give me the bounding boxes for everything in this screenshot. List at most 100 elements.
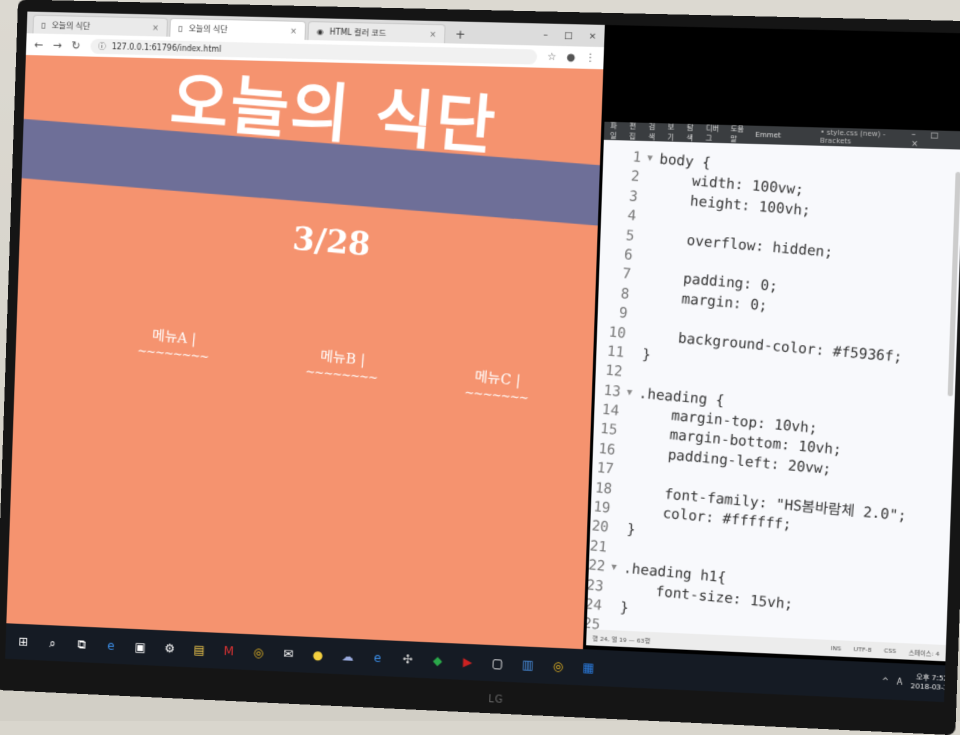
line-number: 16	[586, 438, 622, 461]
menu-item-c: 메뉴C | ~~~~~~~	[464, 365, 530, 405]
menu-help[interactable]: 도움말	[730, 124, 747, 145]
line-number: 14	[586, 399, 626, 422]
editor-scrollbar[interactable]	[948, 172, 960, 396]
bookmark-star-icon[interactable]: ☆	[547, 51, 556, 62]
profile-icon[interactable]: ●	[566, 52, 575, 63]
status-indent[interactable]: 스페이스: 4	[908, 647, 939, 658]
line-number: 8	[590, 282, 636, 305]
minimize-icon[interactable]: –	[543, 26, 548, 46]
status-ins[interactable]: INS	[831, 645, 842, 653]
mail-icon[interactable]: ✉	[278, 643, 298, 664]
xbox-icon[interactable]: ◆	[427, 650, 448, 671]
close-icon[interactable]: ×	[152, 23, 159, 32]
menu-date: 3/28	[291, 219, 372, 263]
menu-debug[interactable]: 디버그	[705, 123, 722, 144]
fold-arrow-icon[interactable]	[619, 461, 633, 482]
tv-monitor: ▯ 오늘의 식단 × ▯ 오늘의 식단 × ◉ HTML 컬러 코드 × + –	[0, 0, 960, 735]
settings-icon[interactable]: ⚙	[160, 638, 180, 659]
tray-up-icon[interactable]: ^	[882, 676, 889, 685]
menu-emmet[interactable]: Emmet	[755, 131, 781, 140]
line-number: 9	[588, 302, 634, 325]
browser-tab-1[interactable]: ▯ 오늘의 식단 ×	[32, 15, 168, 37]
fold-arrow-icon[interactable]	[638, 247, 652, 268]
browser-window: ▯ 오늘의 식단 × ▯ 오늘의 식단 × ◉ HTML 컬러 코드 × + –	[6, 12, 604, 650]
window-controls: – □ ×	[543, 26, 605, 48]
tab-label: 오늘의 식단	[188, 23, 227, 35]
store-icon[interactable]: ▣	[130, 637, 150, 658]
status-encoding[interactable]: UTF-8	[854, 646, 872, 654]
edge-icon[interactable]: e	[101, 635, 121, 656]
tab-label: 오늘의 식단	[51, 20, 90, 32]
acrobat-icon[interactable]: ▶	[457, 652, 478, 673]
code-area[interactable]: 1 ▼ body {2 width: 100vw; 3 height: 100vh; 4…	[586, 146, 952, 659]
menu-dots-icon[interactable]: ⋮	[585, 52, 596, 63]
fold-arrow-icon[interactable]	[641, 208, 655, 229]
fold-arrow-icon[interactable]	[612, 539, 626, 560]
close-window-icon[interactable]: ×	[588, 27, 596, 47]
line-number: 13	[586, 379, 627, 402]
maximize-icon[interactable]: □	[564, 26, 573, 46]
line-number: 20	[586, 516, 615, 540]
brackets-editor: 파일 편집 검색 보기 탐색 디버그 도움말 Emmet • style.css…	[586, 122, 960, 662]
menu-find[interactable]: 검색	[648, 122, 660, 142]
search-icon[interactable]: ⌕	[42, 633, 62, 654]
close-icon[interactable]: ×	[429, 29, 436, 38]
chrome-icon[interactable]: ◎	[248, 642, 268, 663]
clock[interactable]: 오후 7:52 2018-03-28	[910, 673, 953, 693]
menu-file[interactable]: 파일	[610, 122, 622, 142]
web-page: 오늘의 식단 3/28 메뉴A | ~~~~~~~~ 메뉴B | ~~~~~~~…	[6, 55, 603, 649]
reload-icon[interactable]: ↻	[71, 39, 80, 52]
editor-menubar: 파일 편집 검색 보기 탐색 디버그 도움말 Emmet • style.css…	[604, 122, 960, 150]
back-icon[interactable]: ←	[34, 38, 43, 51]
system-tray: ^ A 오후 7:52 2018-03-28	[881, 672, 953, 694]
brackets-icon[interactable]: ▦	[578, 657, 599, 678]
browser-tab-3[interactable]: ◉ HTML 컬러 코드 ×	[307, 21, 445, 43]
line-number: 18	[586, 477, 619, 501]
line-number: 21	[586, 535, 614, 559]
ime-indicator[interactable]: A	[897, 677, 903, 686]
info-icon[interactable]: ⓘ	[98, 40, 106, 51]
screen: ▯ 오늘의 식단 × ▯ 오늘의 식단 × ◉ HTML 컬러 코드 × + –	[5, 12, 960, 703]
menu-navigate[interactable]: 탐색	[686, 123, 698, 144]
menu-edit[interactable]: 편집	[629, 122, 641, 142]
menu-view[interactable]: 보기	[667, 122, 679, 142]
network-icon[interactable]: ✣	[397, 649, 418, 670]
ie-icon[interactable]: e	[367, 647, 388, 668]
line-number: 15	[586, 418, 624, 441]
line-number: 17	[586, 457, 621, 480]
file-explorer-icon[interactable]: ▤	[189, 639, 209, 660]
task-view-icon[interactable]: ⧉	[72, 634, 92, 655]
kakaotalk-icon[interactable]: ●	[308, 645, 329, 666]
line-number: 19	[586, 496, 617, 520]
chrome-icon-2[interactable]: ◎	[548, 656, 569, 677]
clock-date: 2018-03-28	[910, 682, 952, 693]
mcafee-icon[interactable]: M	[219, 641, 239, 662]
notepad-icon[interactable]: ▢	[487, 653, 508, 674]
code-text: }	[641, 345, 651, 365]
forward-icon[interactable]: →	[53, 38, 62, 51]
close-icon[interactable]: ×	[290, 26, 297, 35]
cursor-position: 행 24, 열 19 — 63행	[592, 633, 650, 645]
menu-item-a: 메뉴A | ~~~~~~~~	[137, 324, 211, 364]
tv-brand-logo: LG	[488, 694, 504, 706]
page-icon: ▯	[178, 23, 183, 32]
editor-window-controls[interactable]: – □ ×	[911, 130, 958, 150]
new-tab-button[interactable]: +	[447, 25, 474, 44]
code-text: }	[619, 599, 629, 619]
editor-window-title: • style.css (new) - Brackets	[820, 128, 904, 146]
line-number: 22	[586, 554, 612, 578]
windows-icon[interactable]: ⊞	[13, 631, 33, 652]
globe-icon: ◉	[317, 27, 324, 36]
line-number: 23	[586, 574, 610, 598]
tab-label: HTML 컬러 코드	[329, 26, 386, 38]
files-icon[interactable]: ▥	[517, 654, 538, 675]
status-language[interactable]: CSS	[884, 647, 896, 655]
browser-tab-2[interactable]: ▯ 오늘의 식단 ×	[169, 18, 306, 40]
fold-arrow-icon[interactable]	[628, 364, 642, 385]
line-number: 24	[586, 593, 609, 617]
code-text: }	[626, 521, 636, 541]
fold-arrow-icon[interactable]	[633, 305, 647, 326]
weather-icon[interactable]: ☁	[337, 646, 358, 667]
page-icon: ▯	[41, 20, 46, 29]
menu-item-b: 메뉴B | ~~~~~~~~	[305, 345, 380, 385]
